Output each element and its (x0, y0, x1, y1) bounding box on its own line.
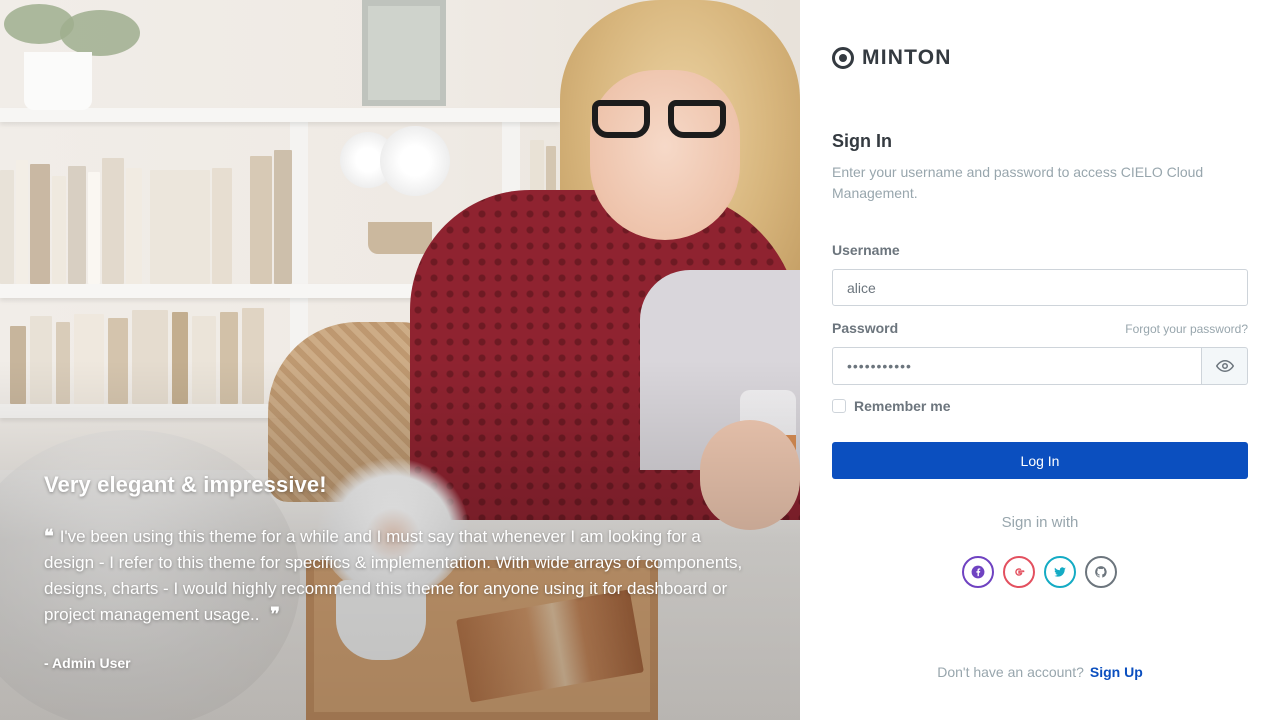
github-icon (1095, 566, 1107, 578)
github-button[interactable] (1085, 556, 1117, 588)
show-password-button[interactable] (1201, 347, 1248, 385)
remember-me-checkbox[interactable] (832, 399, 846, 413)
brand-logo[interactable]: MINTON (832, 46, 952, 70)
signup-prompt: Don't have an account? Sign Up (800, 664, 1280, 680)
twitter-icon (1054, 567, 1066, 577)
password-label: Password (832, 320, 899, 336)
password-input[interactable] (832, 347, 1202, 385)
testimonial-quote: ❝ I've been using this theme for a while … (44, 524, 754, 676)
username-label: Username (832, 242, 900, 258)
testimonial-quote-text: I've been using this theme for a while a… (44, 527, 743, 624)
logo-icon (832, 47, 854, 69)
password-field (832, 347, 1248, 385)
signup-prompt-text: Don't have an account? (937, 664, 1084, 680)
page-title: Sign In (832, 131, 892, 151)
testimonial-heading: Very elegant & impressive! (44, 472, 327, 497)
remember-me[interactable]: Remember me (832, 398, 951, 414)
signup-link[interactable]: Sign Up (1090, 664, 1143, 680)
twitter-button[interactable] (1044, 556, 1076, 588)
forgot-password-link[interactable]: Forgot your password? (1125, 322, 1248, 336)
quote-open-icon: ❝ (44, 526, 54, 547)
testimonial-author: - Admin User (44, 655, 131, 671)
social-signin-title: Sign in with (1001, 514, 1079, 531)
hero-image-panel: Very elegant & impressive! ❝ I've been us… (0, 0, 800, 720)
remember-me-label: Remember me (854, 398, 951, 414)
quote-close-icon: ❞ (270, 604, 280, 625)
google-button[interactable] (1003, 556, 1035, 588)
social-signin-buttons (962, 556, 1117, 588)
facebook-button[interactable] (962, 556, 994, 588)
testimonial: Very elegant & impressive! ❝ I've been us… (44, 472, 754, 676)
facebook-icon (971, 565, 985, 579)
eye-icon (1215, 359, 1234, 373)
google-icon (1015, 568, 1025, 576)
auth-panel: MINTON Sign In Enter your username and p… (800, 0, 1280, 720)
login-button[interactable]: Log In (832, 442, 1248, 479)
brand-name: MINTON (862, 46, 952, 69)
page-subtitle: Enter your username and password to acce… (832, 164, 1204, 201)
username-input[interactable] (832, 269, 1248, 306)
